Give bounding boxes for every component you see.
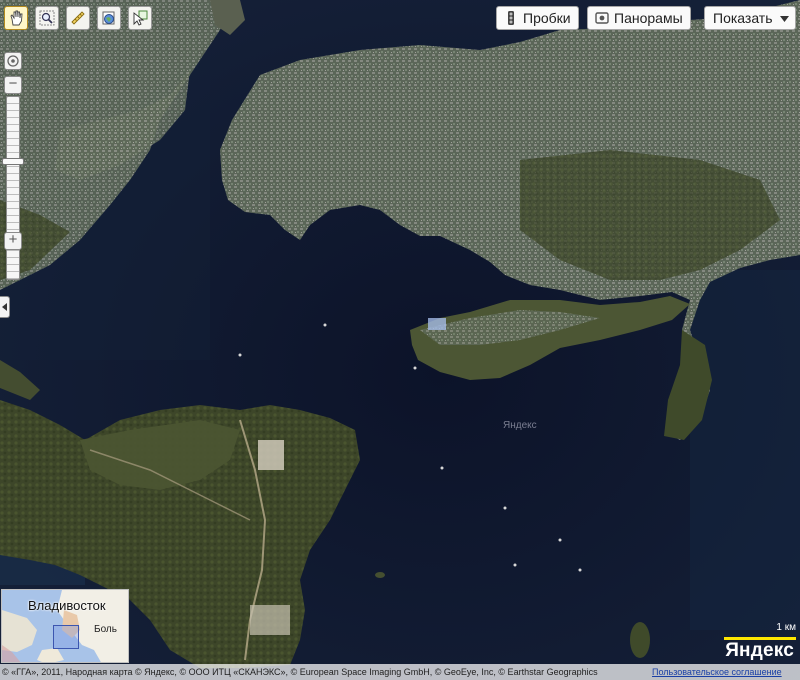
side-panel-toggle[interactable] — [0, 296, 10, 318]
hand-tool[interactable] — [4, 6, 28, 30]
panorama-icon — [595, 12, 609, 24]
satellite-map[interactable] — [0, 0, 800, 680]
globe-info-tool[interactable] — [97, 6, 121, 30]
ruler-tool[interactable] — [66, 6, 90, 30]
show-layers-dropdown[interactable]: Показать — [704, 6, 796, 30]
magnifier-icon — [39, 10, 55, 26]
map-watermark: Яндекс — [503, 420, 537, 431]
zoom-in-button[interactable]: + — [4, 232, 22, 250]
traffic-light-icon — [508, 11, 514, 25]
minimap-view-frame[interactable] — [53, 625, 79, 649]
minimap-city-label: Владивосток — [28, 598, 106, 613]
minus-icon: − — [8, 75, 18, 92]
overview-minimap[interactable]: Владивосток Боль — [1, 589, 129, 663]
traffic-label: Пробки — [523, 10, 571, 26]
globe-info-icon — [102, 11, 115, 25]
cursor-info-tool[interactable] — [128, 6, 152, 30]
yandex-logo: Яндекс — [725, 640, 794, 661]
zoom-scale[interactable] — [2, 96, 24, 280]
show-label: Показать — [713, 10, 773, 26]
minimap-secondary-label: Боль — [94, 624, 117, 635]
cursor-info-icon — [133, 10, 148, 26]
zoom-slider-thumb[interactable] — [2, 158, 24, 165]
chevron-left-icon — [2, 303, 7, 311]
plus-icon: + — [8, 231, 18, 248]
panoramas-button[interactable]: Панорамы — [587, 6, 691, 30]
hand-icon — [10, 10, 23, 26]
traffic-button[interactable]: Пробки — [496, 6, 579, 30]
zoom-out-button[interactable]: − — [4, 76, 22, 94]
copyright-bar: © «ГГА», 2011, Народная карта © Яндекс, … — [0, 664, 800, 680]
scale-label: 1 км — [776, 622, 796, 633]
magnifier-tool[interactable] — [35, 6, 59, 30]
pan-reset-button[interactable] — [4, 52, 22, 70]
user-agreement-link[interactable]: Пользовательское соглашение — [652, 664, 782, 680]
ruler-icon — [71, 11, 85, 25]
copyright-text: © «ГГА», 2011, Народная карта © Яндекс, … — [2, 667, 598, 677]
chevron-down-icon — [779, 16, 789, 22]
panoramas-label: Панорамы — [614, 10, 683, 26]
compass-icon — [7, 55, 19, 67]
